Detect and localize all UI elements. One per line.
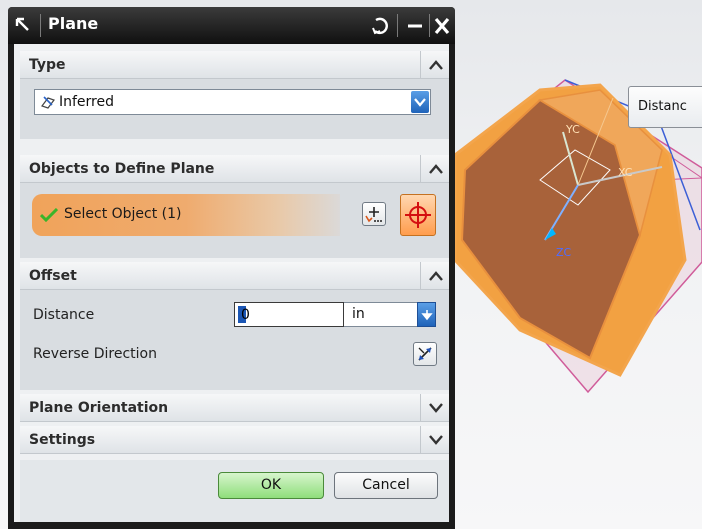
chevron-up-icon	[429, 164, 443, 174]
minimize-icon[interactable]	[402, 14, 428, 38]
section-title: Plane Orientation	[29, 400, 169, 416]
section-type-content: Inferred	[20, 79, 449, 139]
distance-label: Distance	[33, 307, 95, 323]
type-selected-value: Inferred	[59, 94, 115, 110]
dialog-footer: OK Cancel	[20, 460, 449, 522]
select-object-label: Select Object (1)	[64, 206, 182, 222]
cancel-button[interactable]: Cancel	[334, 472, 438, 499]
axis-label-yc: YC	[565, 123, 580, 136]
axis-label-zc: ZC	[556, 246, 572, 259]
plane-tool-icon	[15, 17, 29, 31]
section-orientation-header[interactable]: Plane Orientation	[20, 394, 449, 422]
dialog-titlebar[interactable]: Plane	[8, 7, 455, 44]
dialog-title: Plane	[48, 14, 99, 33]
unit-dropdown-button[interactable]	[417, 302, 436, 327]
collapse-objects-button[interactable]	[420, 155, 449, 183]
type-dropdown[interactable]: Inferred	[34, 89, 431, 115]
chevron-up-icon	[429, 271, 443, 281]
collapse-type-button[interactable]	[420, 51, 449, 79]
distance-input[interactable]	[234, 302, 344, 327]
unit-value: in	[352, 306, 365, 322]
type-dropdown-button[interactable]	[411, 91, 429, 113]
chevron-up-icon	[429, 60, 443, 70]
section-settings-header[interactable]: Settings	[20, 426, 449, 454]
unit-select[interactable]: in	[344, 302, 418, 327]
section-offset-header[interactable]: Offset	[20, 262, 449, 290]
chevron-down-icon	[429, 403, 443, 413]
arrow-down-icon	[421, 310, 433, 321]
crosshair-icon	[405, 202, 431, 228]
distance-tooltip[interactable]: Distanc	[628, 86, 702, 128]
axis-label-xc: XC	[618, 166, 633, 179]
select-object-row[interactable]: Select Object (1)	[32, 194, 340, 236]
distance-field[interactable]	[239, 305, 339, 324]
inferred-plane-icon	[41, 96, 55, 109]
reverse-direction-icon	[418, 347, 432, 361]
ok-button[interactable]: OK	[218, 472, 324, 499]
section-title: Offset	[29, 268, 77, 284]
section-objects-header[interactable]: Objects to Define Plane	[20, 155, 449, 183]
point-picker-button[interactable]	[400, 194, 436, 236]
dialog-body: Type Inferred Objects to Define Plane Se…	[14, 44, 449, 522]
checkmark-icon	[40, 208, 58, 222]
section-objects-content: Select Object (1)	[20, 183, 449, 258]
reset-icon[interactable]	[368, 14, 394, 38]
section-title: Type	[29, 57, 66, 73]
reverse-direction-button[interactable]	[413, 342, 437, 366]
chevron-down-icon	[414, 98, 426, 107]
close-icon[interactable]	[429, 14, 455, 38]
section-type-header[interactable]: Type	[20, 51, 449, 79]
reverse-direction-label: Reverse Direction	[33, 346, 157, 362]
expand-orientation-button[interactable]	[420, 394, 449, 422]
plus-select-icon	[365, 207, 382, 223]
add-selection-button[interactable]	[362, 202, 386, 226]
collapse-offset-button[interactable]	[420, 262, 449, 290]
section-title: Settings	[29, 432, 96, 448]
section-title: Objects to Define Plane	[29, 161, 215, 177]
section-offset-content: Distance in Reverse Direction	[20, 290, 449, 390]
chevron-down-icon	[429, 435, 443, 445]
expand-settings-button[interactable]	[420, 426, 449, 454]
plane-dialog: Plane Type Inferred Objects to Define Pl…	[8, 7, 455, 529]
